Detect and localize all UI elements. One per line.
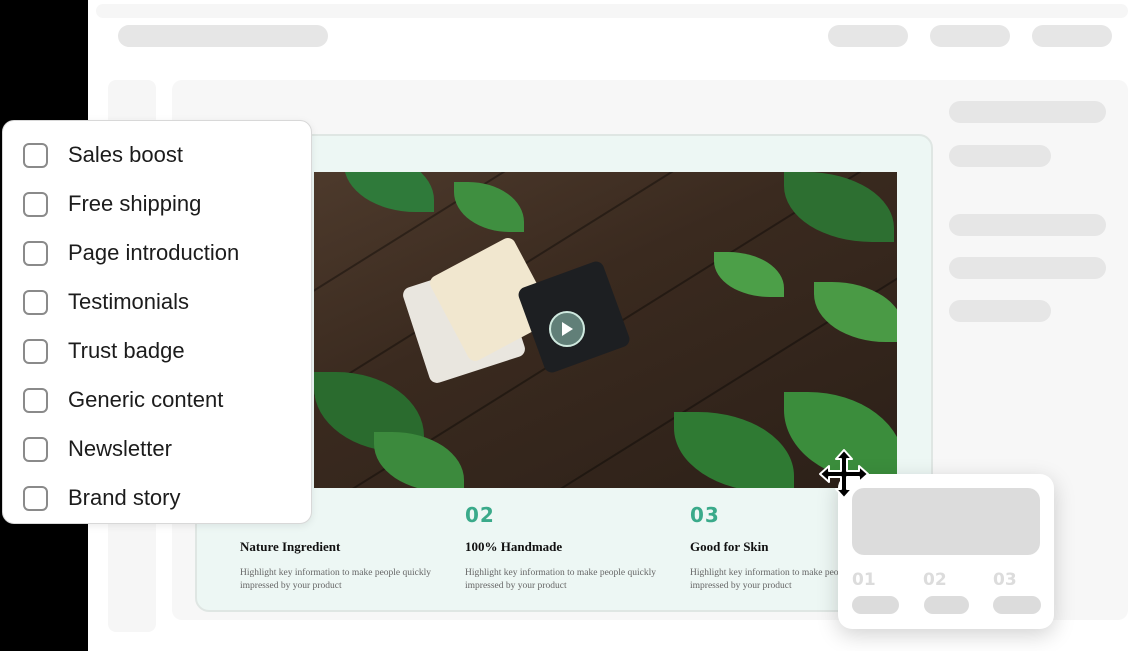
feature-number: 02	[465, 503, 495, 527]
checkbox[interactable]	[23, 240, 48, 266]
checklist-item-brand-story[interactable]: Brand story	[23, 483, 181, 513]
header-placeholder	[118, 25, 328, 47]
checkbox[interactable]	[23, 338, 48, 364]
preview-number: 02	[923, 570, 947, 590]
checkbox[interactable]	[23, 387, 48, 413]
checklist-label: Page introduction	[68, 240, 240, 265]
section-type-checklist: Sales boost Free shipping Page introduct…	[2, 120, 312, 524]
feature-item: 02 100% Handmade Highlight key informati…	[465, 503, 675, 593]
header-button-placeholder[interactable]	[828, 25, 908, 47]
top-bar	[96, 4, 1128, 18]
checkbox[interactable]	[23, 142, 48, 168]
checklist-item-sales-boost[interactable]: Sales boost	[23, 140, 183, 170]
sidebar-placeholder	[949, 214, 1106, 236]
checklist-item-trust-badge[interactable]: Trust badge	[23, 336, 185, 366]
play-icon	[562, 322, 573, 336]
preview-text-placeholder	[993, 596, 1041, 614]
checkbox[interactable]	[23, 436, 48, 462]
preview-image-placeholder	[852, 488, 1040, 555]
move-cursor-icon[interactable]	[818, 448, 870, 500]
checklist-item-free-shipping[interactable]: Free shipping	[23, 189, 201, 219]
preview-text-placeholder	[924, 596, 969, 614]
checklist-label: Trust badge	[68, 338, 185, 363]
header-button-placeholder[interactable]	[930, 25, 1010, 47]
checklist-item-newsletter[interactable]: Newsletter	[23, 434, 172, 464]
play-video-button[interactable]	[549, 311, 585, 347]
feature-title: Nature Ingredient	[240, 539, 341, 554]
checkbox[interactable]	[23, 289, 48, 315]
hero-image	[314, 172, 897, 488]
checkbox[interactable]	[23, 191, 48, 217]
sidebar-placeholder	[949, 145, 1051, 167]
checklist-item-page-introduction[interactable]: Page introduction	[23, 238, 239, 268]
preview-number: 01	[852, 570, 876, 590]
checklist-label: Newsletter	[68, 436, 172, 461]
header-button-placeholder[interactable]	[1032, 25, 1112, 47]
checklist-label: Free shipping	[68, 191, 202, 216]
feature-title: 100% Handmade	[465, 539, 563, 554]
checklist-label: Sales boost	[68, 142, 183, 167]
checklist-item-generic-content[interactable]: Generic content	[23, 385, 223, 415]
sidebar-placeholder	[949, 101, 1106, 123]
feature-description: Highlight key information to make people…	[240, 568, 432, 591]
layout-preview-card[interactable]: 01 02 03	[838, 474, 1054, 629]
feature-description: Highlight key information to make people…	[465, 568, 657, 591]
preview-number: 03	[993, 570, 1017, 590]
sidebar-placeholder	[949, 257, 1106, 279]
preview-text-placeholder	[852, 596, 899, 614]
checkbox[interactable]	[23, 485, 48, 511]
sidebar-placeholder	[949, 300, 1051, 322]
checklist-label: Generic content	[68, 387, 224, 412]
checklist-label: Testimonials	[68, 289, 190, 314]
checklist-label: Brand story	[68, 485, 181, 510]
checklist-item-testimonials[interactable]: Testimonials	[23, 287, 189, 317]
